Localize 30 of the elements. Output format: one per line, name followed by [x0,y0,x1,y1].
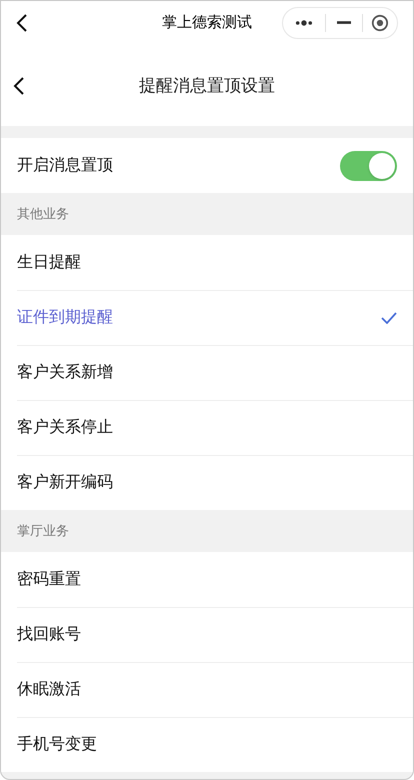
option-label: 客户新开编码 [17,472,113,493]
option-label: 手机号变更 [17,734,97,755]
option-row[interactable]: 手机号变更 [17,717,413,772]
back-icon[interactable] [13,76,25,96]
page-title: 提醒消息置顶设置 [139,74,275,97]
section-header: 其他业务 [17,205,69,224]
option-label: 客户关系停止 [17,418,113,438]
setting-label: 开启消息置顶 [17,156,113,176]
option-label: 证件到期提醒 [17,308,113,328]
option-row[interactable]: 客户关系停止 [17,400,413,455]
option-label: 客户关系新增 [17,362,113,383]
option-row[interactable]: 找回账号 [17,607,413,662]
toggle-switch[interactable] [340,150,397,180]
window-title: 掌上德索测试 [162,12,252,33]
close-icon[interactable] [371,13,389,33]
minimize-icon[interactable] [336,21,352,25]
check-icon [381,312,397,324]
option-row[interactable]: 客户关系新增 [17,345,413,400]
option-row[interactable]: 客户新开编码 [17,455,413,510]
option-row[interactable]: 证件到期提醒 [17,290,413,345]
option-row[interactable]: 休眠激活 [17,662,413,717]
option-row[interactable]: 生日提醒 [17,235,413,290]
option-label: 找回账号 [17,624,81,645]
option-label: 生日提醒 [17,252,81,272]
section-header: 掌厅业务 [17,522,69,540]
option-label: 密码重置 [17,570,81,590]
back-icon[interactable] [16,13,28,33]
option-label: 休眠激活 [17,680,81,700]
option-row[interactable]: 密码重置 [17,552,413,607]
more-icon[interactable] [295,19,313,27]
